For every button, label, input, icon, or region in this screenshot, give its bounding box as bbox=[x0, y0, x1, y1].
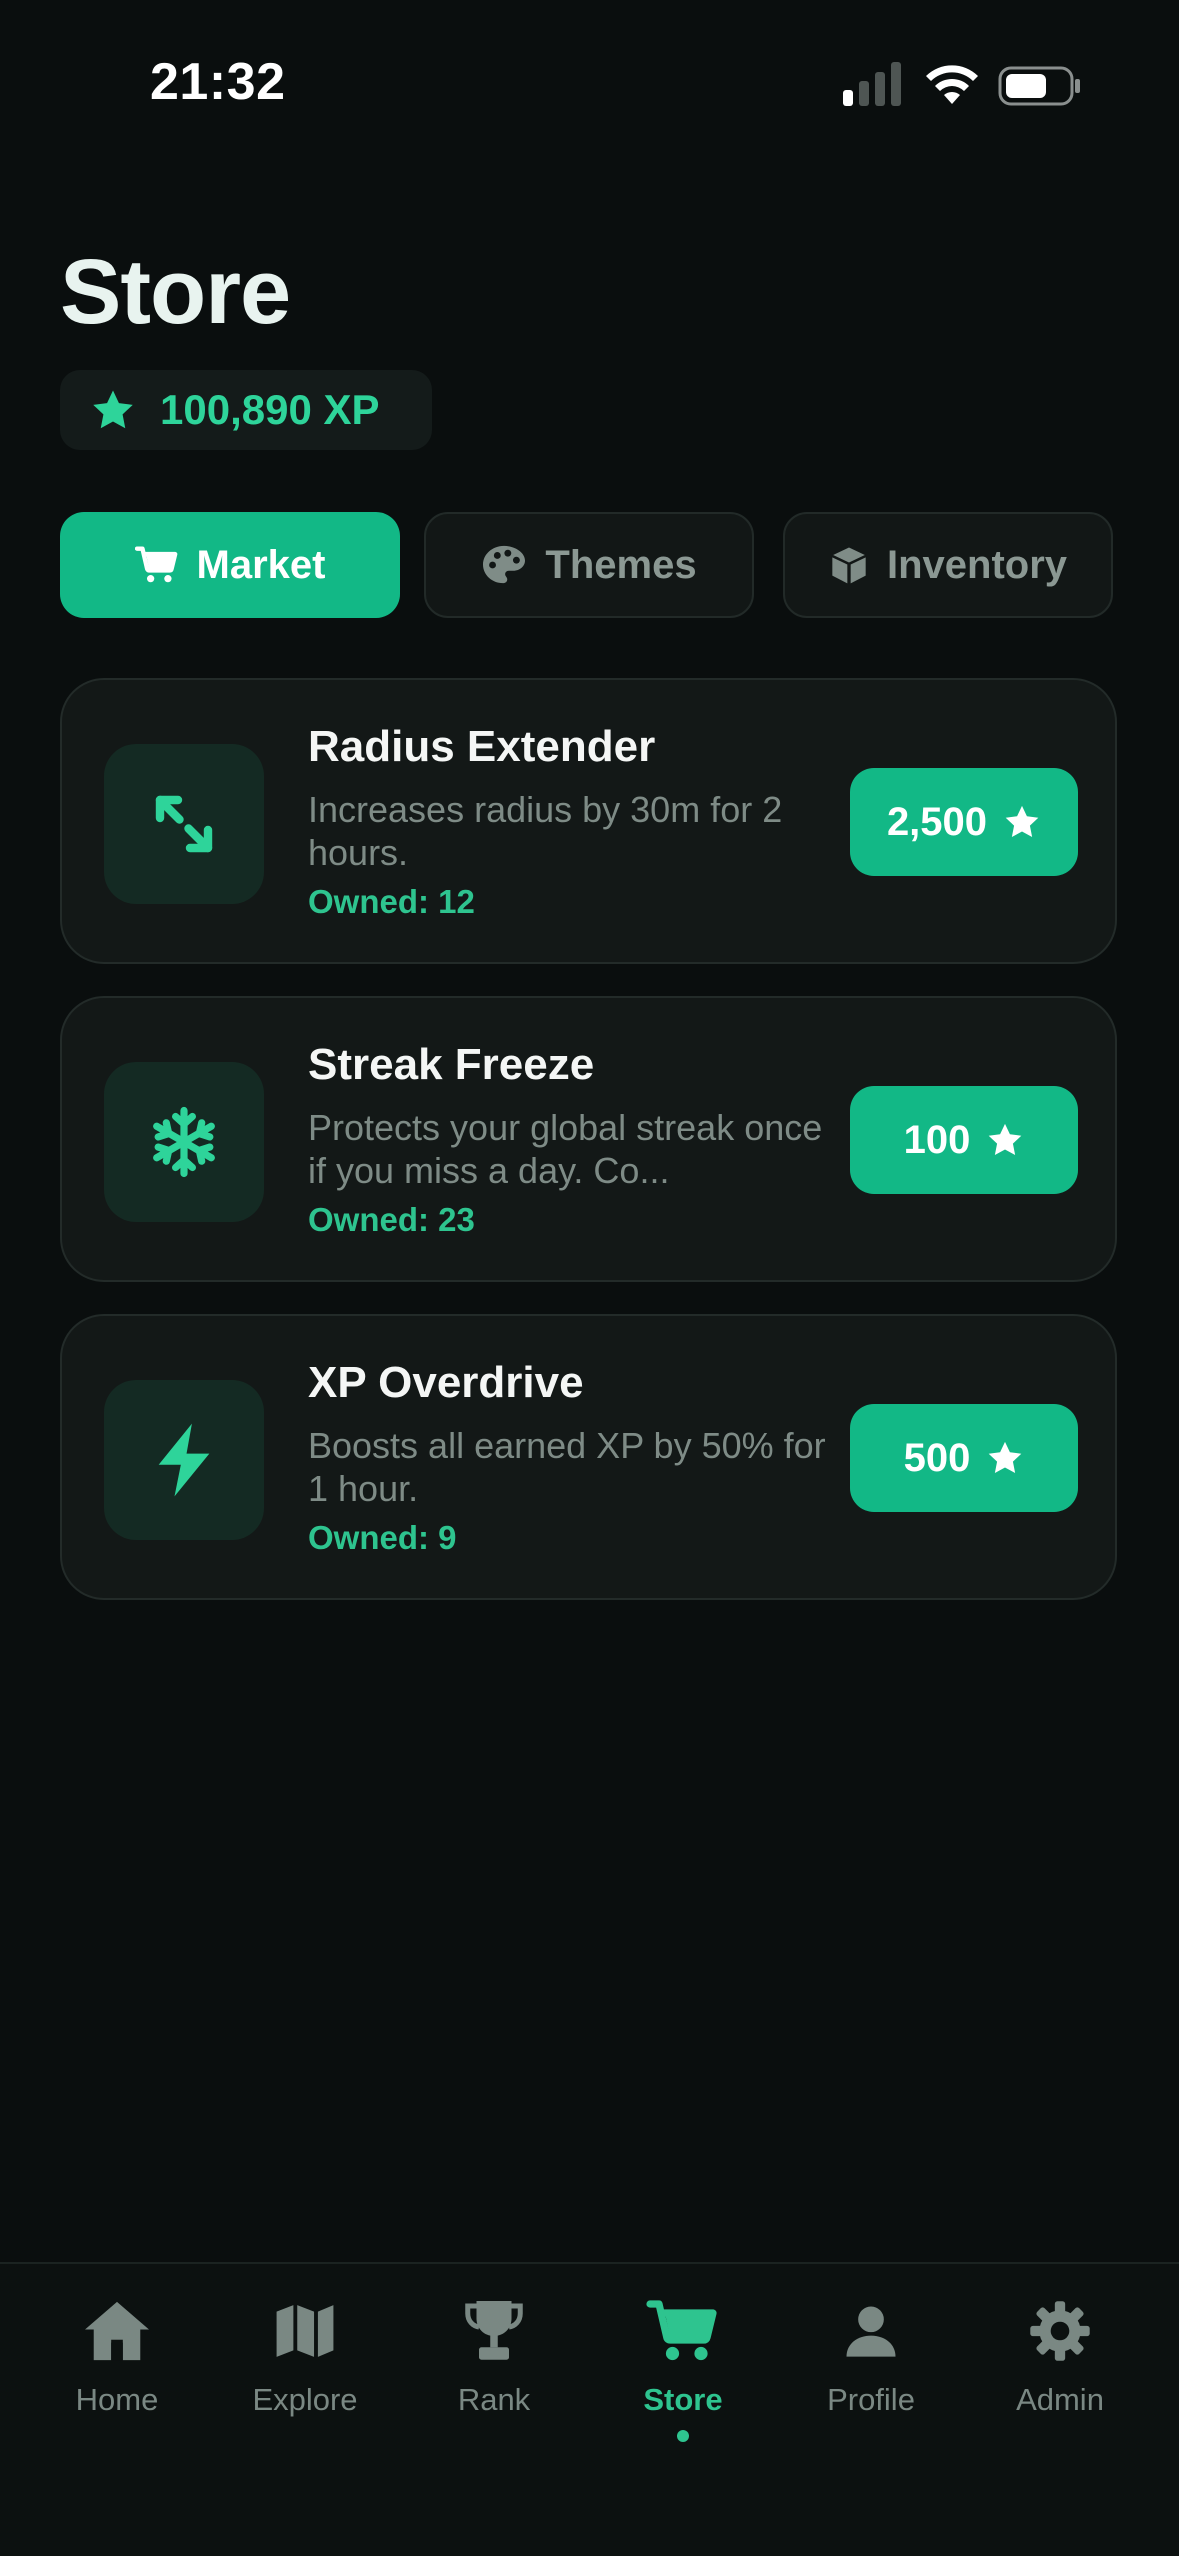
item-description: Protects your global streak once if you … bbox=[308, 1107, 823, 1191]
star-icon bbox=[93, 390, 133, 429]
status-time: 21:32 bbox=[150, 53, 286, 111]
page-title: Store bbox=[60, 241, 291, 343]
nav-rank-label: Rank bbox=[457, 2382, 531, 2417]
tab-inventory-label: Inventory bbox=[886, 542, 1068, 587]
xp-balance-badge: 100,890 XP bbox=[60, 370, 432, 450]
trophy-icon bbox=[464, 2294, 524, 2368]
palette-icon bbox=[481, 544, 527, 586]
lightning-icon bbox=[158, 1423, 210, 1497]
nav-store[interactable]: Store bbox=[589, 2294, 777, 2444]
item-owned-count: Owned: 23 bbox=[308, 1201, 475, 1238]
tab-market-label: Market bbox=[196, 542, 326, 587]
nav-explore[interactable]: Explore bbox=[211, 2294, 399, 2444]
star-icon bbox=[986, 1121, 1024, 1159]
gear-icon bbox=[1029, 2294, 1091, 2368]
item-description: Boosts all earned XP by 50% for 1 hour. bbox=[308, 1425, 826, 1509]
cart-icon bbox=[646, 2294, 720, 2368]
store-item-card: XP Overdrive Boosts all earned XP by 50%… bbox=[60, 1314, 1117, 1600]
box-icon bbox=[829, 544, 869, 586]
buy-radius-extender-button[interactable]: 2,500 bbox=[850, 768, 1078, 876]
xp-balance-value: 100,890 XP bbox=[160, 386, 380, 433]
item-icon-box bbox=[104, 1062, 264, 1222]
item-icon-box bbox=[104, 1380, 264, 1540]
expand-arrows-icon bbox=[155, 795, 213, 853]
store-item-card: Radius Extender Increases radius by 30m … bbox=[60, 678, 1117, 964]
cart-icon bbox=[134, 545, 179, 585]
buy-xp-overdrive-button[interactable]: 500 bbox=[850, 1404, 1078, 1512]
nav-home-label: Home bbox=[75, 2382, 159, 2417]
store-screen: 21:32 Store 100,890 XP Market Themes Inv… bbox=[0, 0, 1179, 2556]
item-price: 500 bbox=[903, 1435, 971, 1480]
star-icon bbox=[1003, 803, 1041, 841]
item-owned-count: Owned: 12 bbox=[308, 883, 475, 920]
status-bar: 21:32 bbox=[0, 0, 1179, 150]
wifi-icon bbox=[926, 65, 978, 104]
store-item-card: Streak Freeze Protects your global strea… bbox=[60, 996, 1117, 1282]
item-title: XP Overdrive bbox=[308, 1358, 584, 1407]
nav-store-label: Store bbox=[643, 2382, 723, 2417]
nav-home[interactable]: Home bbox=[23, 2294, 211, 2444]
nav-admin[interactable]: Admin bbox=[966, 2294, 1154, 2444]
item-price: 2,500 bbox=[886, 799, 988, 844]
map-icon bbox=[274, 2294, 336, 2368]
tab-inventory[interactable]: Inventory bbox=[783, 512, 1113, 618]
snowflake-icon bbox=[153, 1106, 215, 1178]
buy-streak-freeze-button[interactable]: 100 bbox=[850, 1086, 1078, 1194]
tab-themes[interactable]: Themes bbox=[424, 512, 754, 618]
star-icon bbox=[986, 1439, 1024, 1477]
bottom-tab-bar: Home Explore Rank Store Profile Admin bbox=[0, 2262, 1179, 2556]
item-icon-box bbox=[104, 744, 264, 904]
nav-explore-label: Explore bbox=[252, 2382, 358, 2417]
item-price: 100 bbox=[903, 1117, 971, 1162]
item-description: Increases radius by 30m for 2 hours. bbox=[308, 789, 783, 873]
nav-rank[interactable]: Rank bbox=[400, 2294, 588, 2444]
active-indicator-dot bbox=[677, 2430, 689, 2442]
tab-themes-label: Themes bbox=[545, 542, 697, 587]
nav-profile-label: Profile bbox=[827, 2382, 915, 2417]
item-title: Streak Freeze bbox=[308, 1040, 595, 1089]
item-title: Radius Extender bbox=[308, 722, 656, 771]
home-icon bbox=[82, 2294, 152, 2368]
item-owned-count: Owned: 9 bbox=[308, 1519, 457, 1556]
tab-market[interactable]: Market bbox=[60, 512, 400, 618]
cellular-signal-icon bbox=[843, 62, 901, 106]
person-icon bbox=[843, 2294, 899, 2368]
nav-admin-label: Admin bbox=[1016, 2382, 1104, 2417]
nav-profile[interactable]: Profile bbox=[777, 2294, 965, 2444]
battery-icon bbox=[998, 66, 1080, 106]
